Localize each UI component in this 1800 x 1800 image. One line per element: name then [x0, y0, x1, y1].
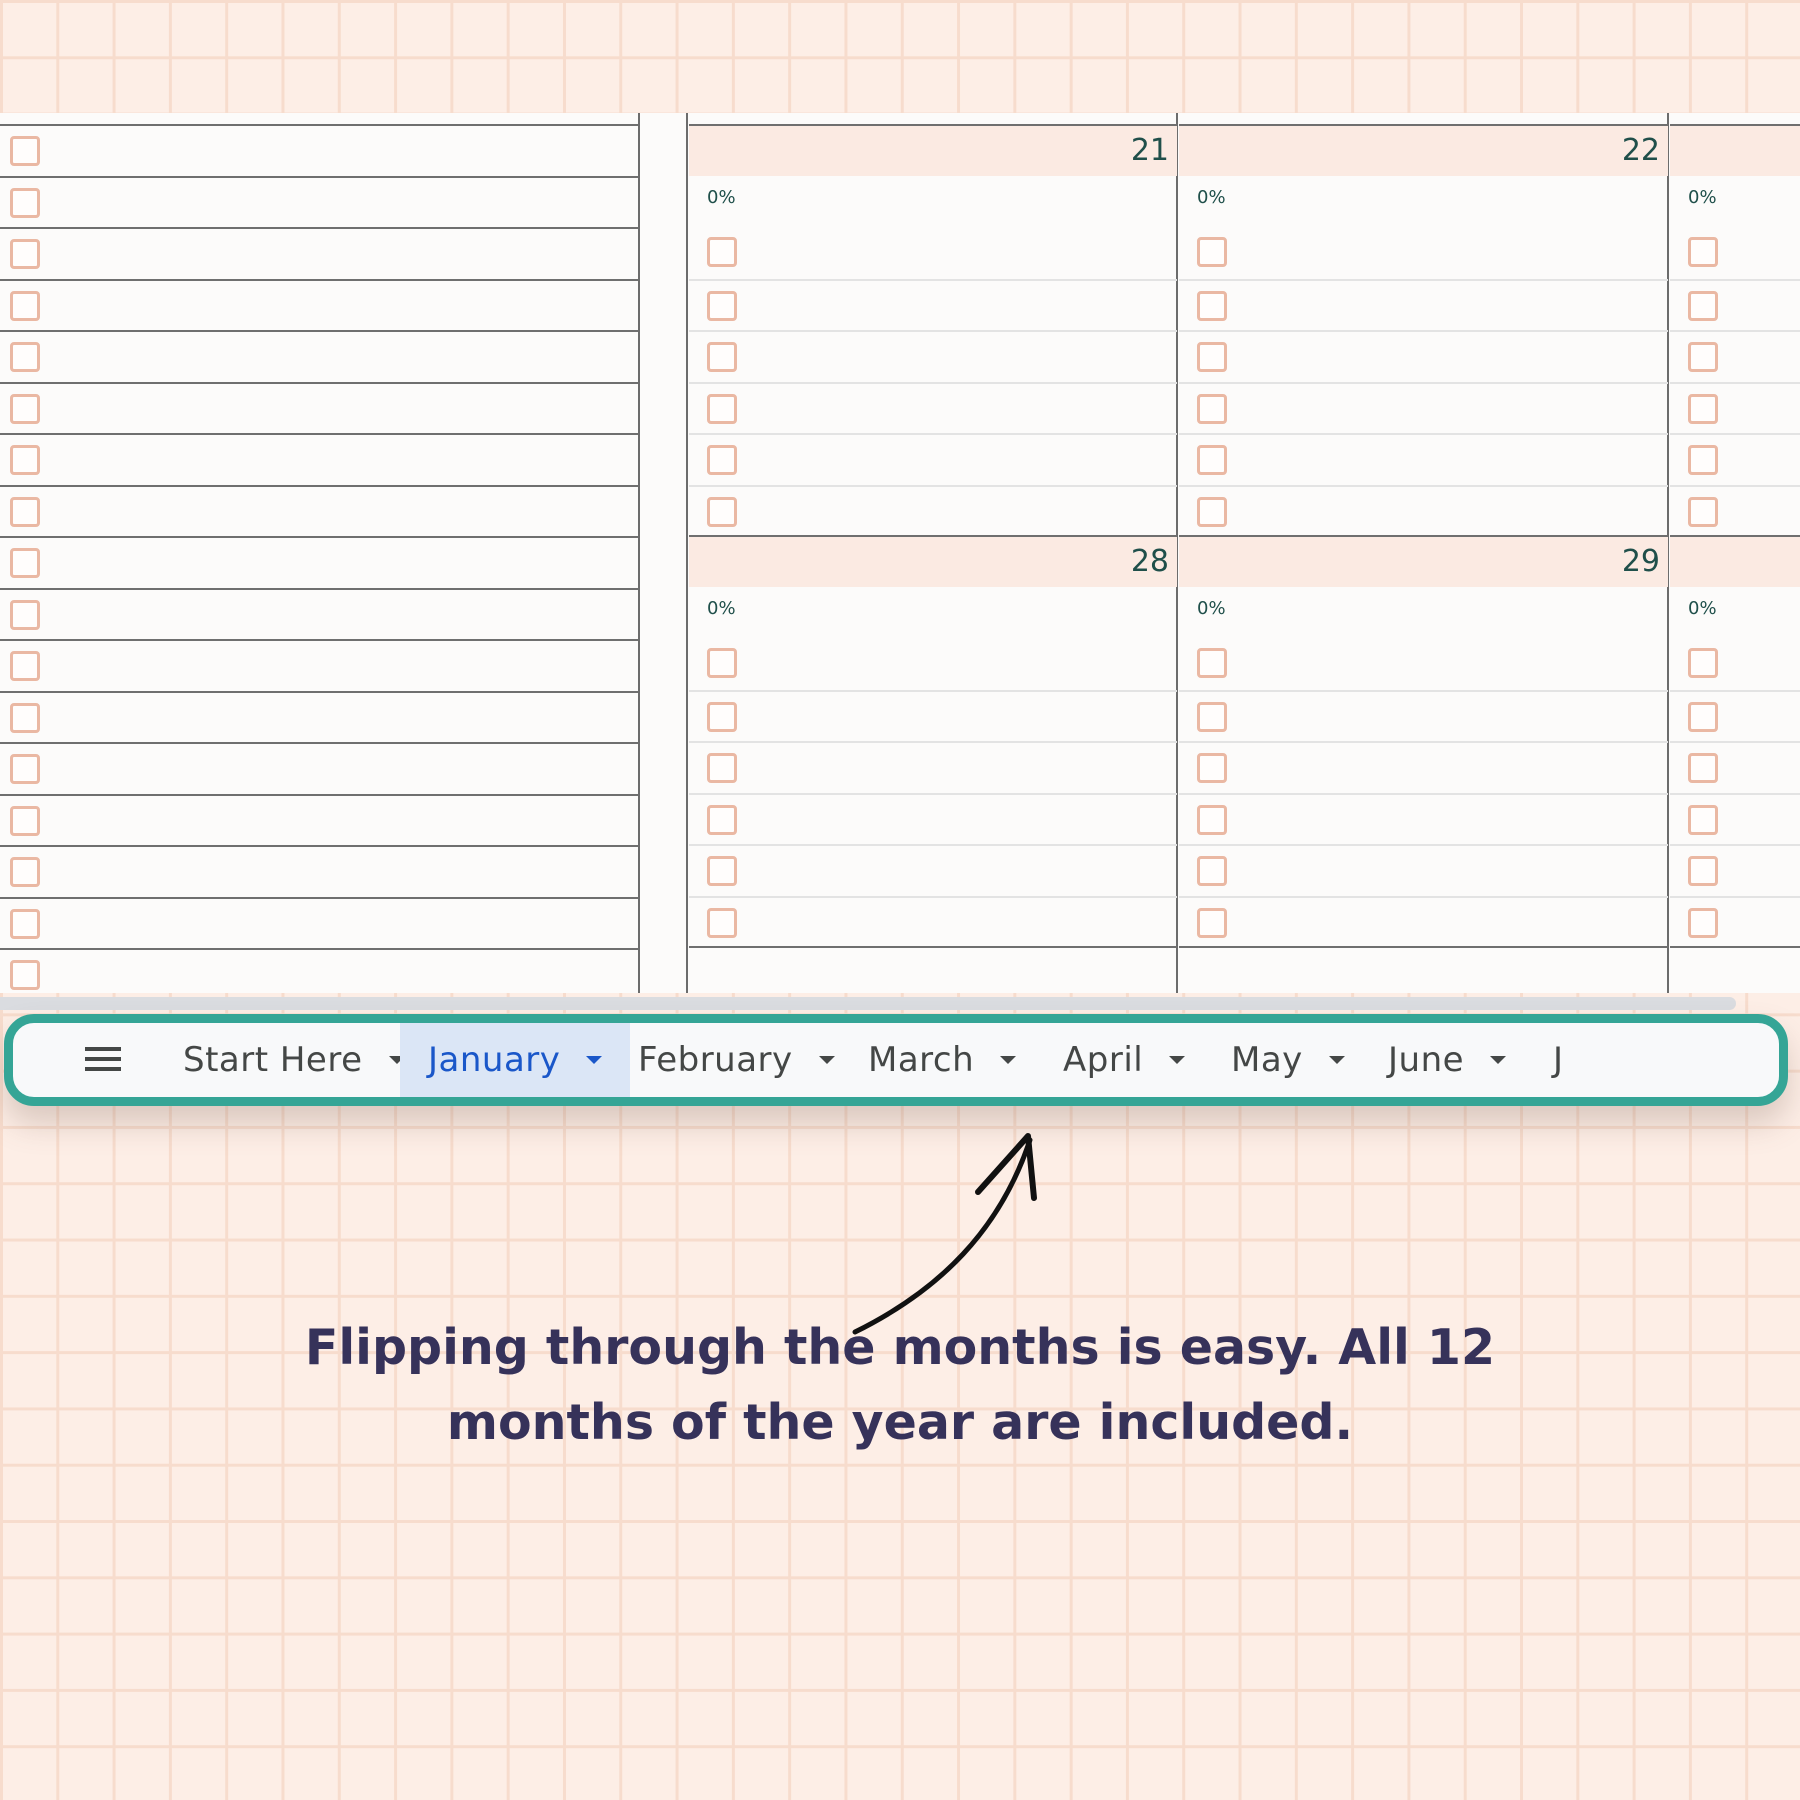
arrow-icon [852, 1133, 1037, 1335]
